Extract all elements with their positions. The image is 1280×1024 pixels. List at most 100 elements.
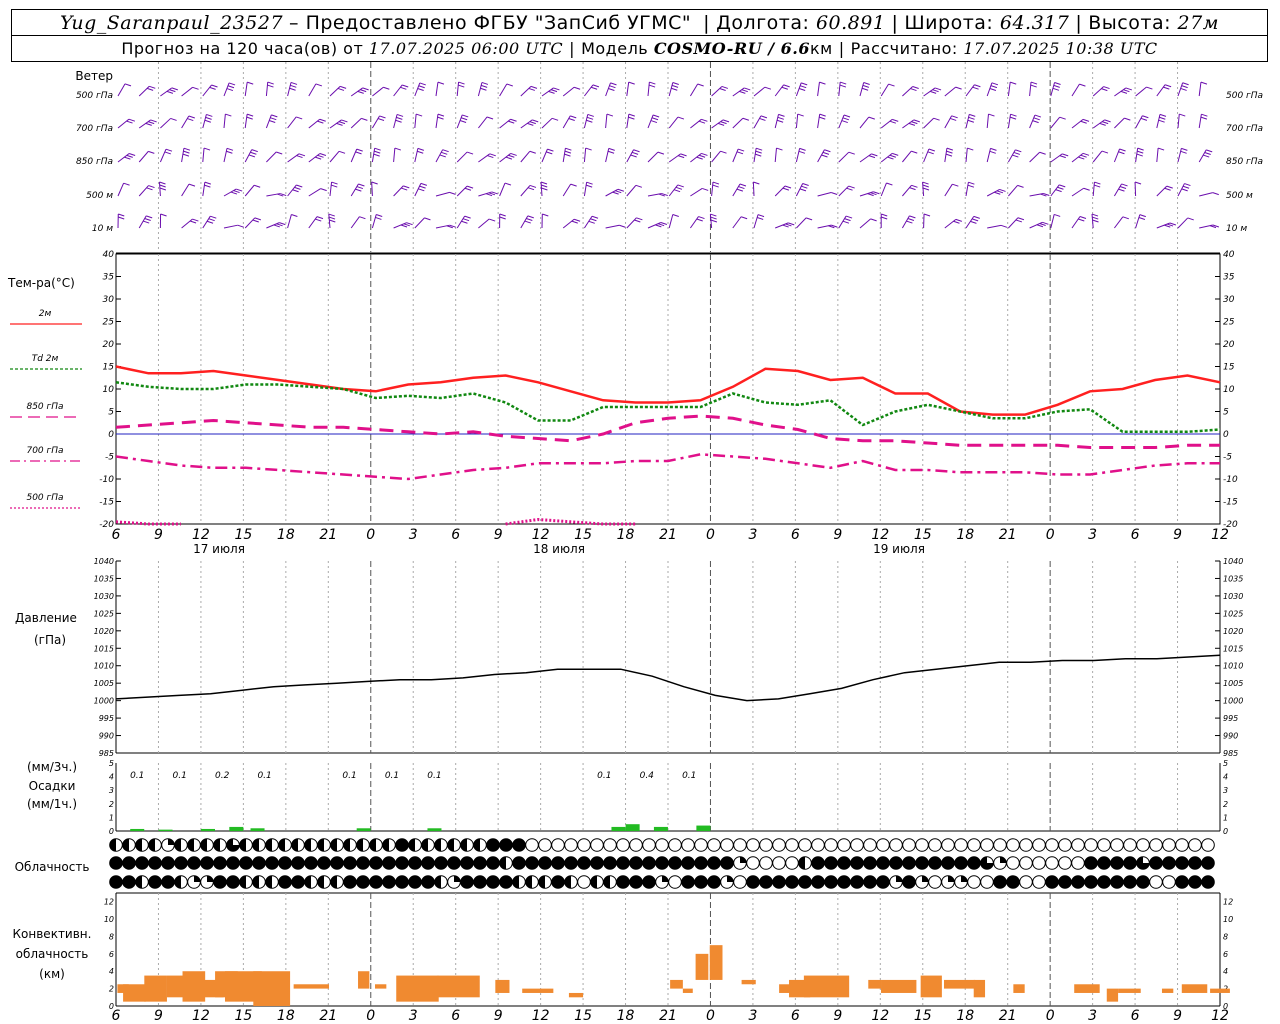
precip-bar (201, 828, 215, 831)
cloud-symbol-fill (896, 875, 903, 882)
wind-barb (965, 182, 969, 197)
wind-barb-feather (955, 218, 963, 222)
cloud-symbol-fill (356, 838, 363, 852)
conv-bar (1074, 984, 1100, 993)
wind-barb-feather (339, 85, 347, 89)
wind-barb-feather (271, 114, 278, 118)
wind-barb (880, 182, 887, 197)
pres-tick-label-right: 1025 (1223, 609, 1243, 618)
wind-barb-feather (871, 153, 878, 157)
cloud-symbol (1097, 838, 1111, 852)
wind-barb-feather (1181, 188, 1188, 192)
cloud-symbol-fill (194, 875, 201, 882)
conv-title-2: облачность (16, 947, 89, 961)
wind-barb-feather (928, 148, 936, 152)
wind-barb-feather (677, 184, 684, 188)
wind-barb-feather (1187, 217, 1194, 221)
wind-barb-feather (462, 218, 470, 222)
wind-barb-feather (1053, 84, 1060, 88)
wind-barb (668, 116, 679, 129)
cloud-symbol (1019, 856, 1033, 870)
wind-barb-feather (528, 87, 535, 91)
wind-barb (859, 116, 870, 129)
temp-tick-label-right: 25 (1223, 318, 1235, 328)
wind-barb-feather (252, 219, 259, 223)
wind-barb (711, 150, 721, 163)
x-tick-label: 3 (1088, 527, 1097, 543)
pres-tick-label-right: 1015 (1223, 644, 1243, 653)
wind-barb-feather (778, 113, 785, 117)
wind-barb-feather (657, 151, 665, 155)
wind-barb-feather (906, 220, 913, 224)
cloud-symbol (1110, 838, 1124, 852)
wind-barb-feather (615, 190, 622, 194)
wind-barb-feather (1059, 184, 1066, 188)
cloud-symbol (1045, 856, 1059, 870)
wind-barb (859, 82, 865, 97)
temp-tick-label-right: 10 (1223, 385, 1235, 395)
wind-barb (159, 148, 167, 163)
wind-barb (202, 84, 212, 97)
wind-barb (965, 114, 970, 129)
wind-barb-feather (320, 188, 327, 192)
wind-barb (859, 218, 871, 229)
wind-barb (499, 182, 506, 197)
wind-barb-feather (973, 215, 980, 219)
cloud-symbol-fill (317, 875, 324, 889)
wind-barb (244, 217, 256, 229)
wind-barb-feather (1034, 114, 1042, 118)
wind-barb-feather (590, 86, 598, 90)
wind-barb (626, 217, 637, 229)
cloud-symbol-fill (421, 838, 428, 852)
cloud-symbol (824, 838, 838, 852)
day-label-3: 19 июля (873, 542, 925, 556)
wind-barb-feather (510, 152, 517, 156)
cloud-symbol (252, 856, 266, 870)
wind-level-label: 500 м (1226, 191, 1253, 201)
wind-barb-feather (1030, 81, 1038, 85)
cloud-symbol (382, 875, 396, 889)
wind-barb-feather (1036, 224, 1044, 228)
x-tick-label-bottom: 21 (659, 1008, 677, 1024)
wind-barb-feather (755, 147, 763, 151)
conv-tick-label-right: 6 (1223, 950, 1228, 959)
pres-tick-label-right: 1035 (1223, 574, 1243, 583)
wind-barb-feather (720, 150, 727, 154)
wind-barb-feather (394, 147, 402, 151)
cloud-symbol-fill (382, 838, 389, 852)
wind-barb-feather (160, 213, 167, 217)
temp-tick-label-left: -15 (99, 498, 114, 508)
wind-barb (287, 116, 297, 129)
wind-barb-feather (782, 187, 790, 191)
wind-barb-feather (553, 87, 560, 91)
conv-bar (293, 984, 330, 989)
cloud-symbol (954, 856, 968, 870)
conv-bar (1118, 988, 1141, 993)
precip-bar (229, 826, 244, 831)
cloud-symbol (434, 856, 448, 870)
wind-barb (520, 86, 532, 97)
wind-barb (520, 185, 531, 197)
wind-barb-feather (466, 185, 474, 189)
wind-barb-feather (801, 185, 808, 189)
cloud-symbol (967, 856, 981, 870)
cloud-symbol-fill (265, 875, 272, 889)
cloud-symbol (837, 875, 851, 889)
wind-barb-feather (205, 116, 212, 120)
precip-3h-label: 0.4 (640, 771, 655, 781)
wind-barb-feather (406, 222, 413, 226)
wind-barb (1092, 150, 1103, 163)
wind-barb-feather (608, 147, 615, 151)
pres-tick-label-right: 1020 (1223, 627, 1243, 636)
wind-barb-feather (1166, 185, 1173, 189)
conv-bar (973, 979, 986, 998)
wind-barb-feather (1138, 217, 1146, 220)
wind-barb (372, 86, 384, 97)
cloud-symbol (837, 856, 851, 870)
wind-barb-feather (881, 213, 888, 217)
wind-barb-feather (971, 218, 979, 222)
cloud-symbol (148, 856, 162, 870)
wind-barb-feather (402, 84, 409, 88)
wind-barb (986, 114, 989, 129)
conv-unit: (км) (39, 967, 65, 981)
